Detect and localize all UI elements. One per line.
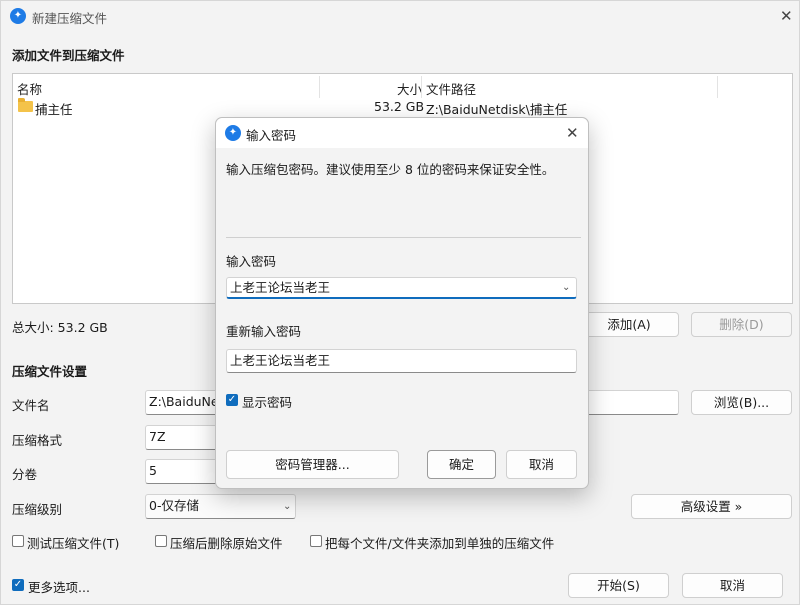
chevron-down-icon: ⌄ xyxy=(283,501,292,512)
password-input-value: 上老王论坛当老王 xyxy=(230,280,331,295)
show-password-label[interactable]: 显示密码 xyxy=(242,392,292,411)
chevron-down-icon[interactable]: ⌄ xyxy=(562,282,570,293)
format-label: 压缩格式 xyxy=(12,433,63,448)
test-archive-label[interactable]: 测试压缩文件(T) xyxy=(27,533,119,552)
dialog-title-bar: ✦ 输入密码 ✕ xyxy=(216,118,588,148)
checkmark-icon: ✓ xyxy=(227,394,237,405)
password-label: 输入密码 xyxy=(226,254,277,269)
column-header-name[interactable]: 名称 xyxy=(17,79,42,98)
dialog-divider xyxy=(226,237,581,238)
advanced-settings-button[interactable]: 高级设置 » xyxy=(631,494,792,519)
column-divider[interactable] xyxy=(421,76,422,98)
separate-archives-checkbox[interactable] xyxy=(310,535,322,547)
delete-button[interactable]: 删除(D) xyxy=(691,312,792,337)
column-divider[interactable] xyxy=(717,76,718,98)
level-label: 压缩级别 xyxy=(12,502,63,517)
ok-button[interactable]: 确定 xyxy=(427,450,496,479)
column-header-path[interactable]: 文件路径 xyxy=(426,79,476,98)
window-close-icon[interactable]: ✕ xyxy=(780,9,793,24)
level-select[interactable]: 0-仅存储 xyxy=(145,494,296,519)
checkmark-icon: ✓ xyxy=(13,579,23,590)
reenter-password-input[interactable]: 上老王论坛当老王 xyxy=(226,349,577,373)
dialog-description: 输入压缩包密码。建议使用至少 8 位的密码来保证安全性。 xyxy=(226,162,555,177)
add-button[interactable]: 添加(A) xyxy=(579,312,679,337)
delete-after-label[interactable]: 压缩后删除原始文件 xyxy=(170,533,283,552)
settings-section-title: 压缩文件设置 xyxy=(12,364,88,379)
level-select-value: 0-仅存储 xyxy=(149,498,199,513)
total-size: 总大小: 53.2 GB xyxy=(12,320,108,335)
start-button[interactable]: 开始(S) xyxy=(568,573,669,598)
column-header-size[interactable]: 大小 xyxy=(397,79,422,98)
files-section-title: 添加文件到压缩文件 xyxy=(12,48,125,63)
title-bar: ✦ 新建压缩文件 ✕ xyxy=(1,1,799,31)
filename-label: 文件名 xyxy=(12,398,50,413)
more-options-label[interactable]: 更多选项... xyxy=(28,577,90,596)
delete-after-checkbox[interactable] xyxy=(155,535,167,547)
column-divider[interactable] xyxy=(319,76,320,98)
password-manager-button[interactable]: 密码管理器... xyxy=(226,450,399,479)
row-path: Z:\BaiduNetdisk\捕主任 xyxy=(426,102,568,117)
app-logo-icon: ✦ xyxy=(225,125,241,141)
dialog-close-icon[interactable]: ✕ xyxy=(566,126,579,141)
cancel-button[interactable]: 取消 xyxy=(682,573,783,598)
test-archive-checkbox[interactable] xyxy=(12,535,24,547)
separate-archives-label[interactable]: 把每个文件/文件夹添加到单独的压缩文件 xyxy=(325,533,554,552)
dialog-title: 输入密码 xyxy=(246,128,297,143)
row-size: 53.2 GB xyxy=(374,99,425,114)
app-logo-icon: ✦ xyxy=(10,8,26,24)
reenter-password-label: 重新输入密码 xyxy=(226,324,302,339)
password-dialog: ✦ 输入密码 ✕ 输入压缩包密码。建议使用至少 8 位的密码来保证安全性。 输入… xyxy=(215,117,589,489)
row-name: 捕主任 xyxy=(35,102,73,117)
window-title: 新建压缩文件 xyxy=(32,11,108,26)
password-input[interactable]: 上老王论坛当老王 xyxy=(226,277,577,299)
show-password-checkbox[interactable]: ✓ xyxy=(226,394,238,406)
browse-button[interactable]: 浏览(B)... xyxy=(691,390,792,415)
folder-icon xyxy=(18,98,33,112)
dialog-cancel-button[interactable]: 取消 xyxy=(506,450,577,479)
more-options-checkbox[interactable]: ✓ xyxy=(12,579,24,591)
volume-label: 分卷 xyxy=(12,467,38,482)
